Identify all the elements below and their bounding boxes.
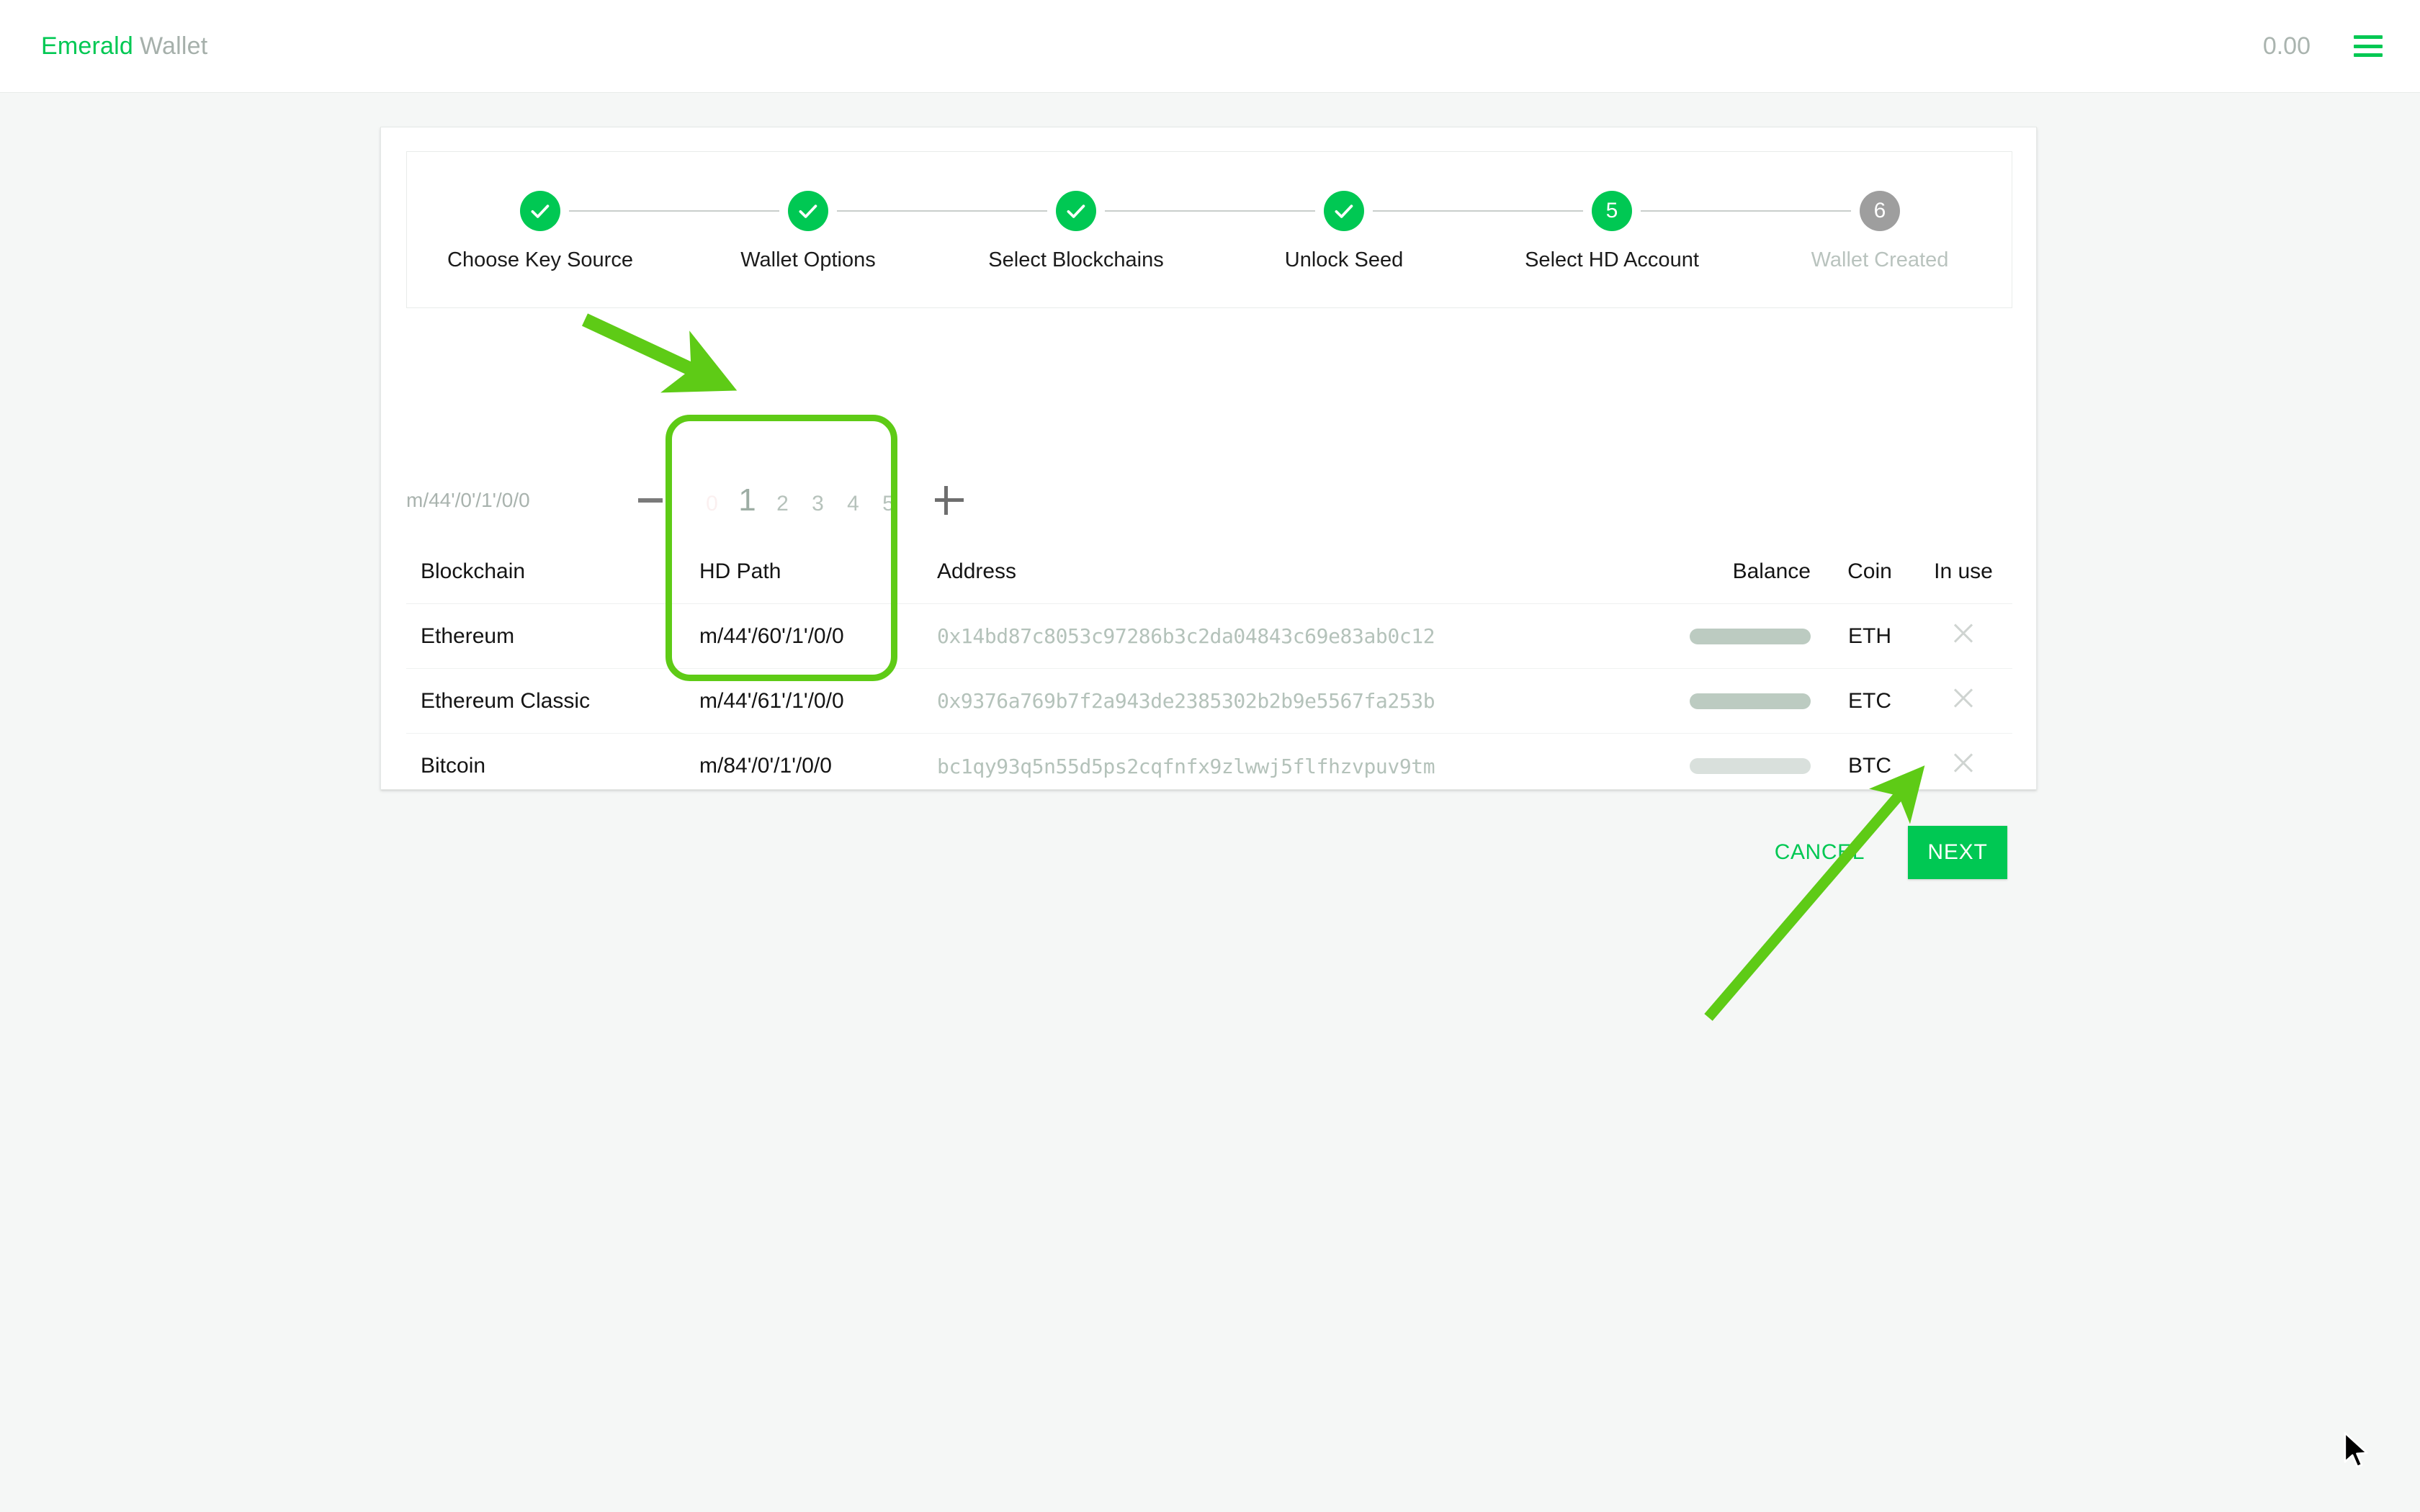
header-balance: Balance — [1732, 559, 1811, 583]
cell-hd-path: m/44'/61'/1'/0/0 — [699, 688, 844, 713]
stepper-step-label: Wallet Options — [740, 248, 876, 271]
stepper-step-label: Unlock Seed — [1284, 248, 1404, 271]
stepper-step-label: Select Blockchains — [988, 248, 1164, 271]
close-x-icon — [1951, 751, 1976, 775]
cell-in-use — [1920, 621, 2007, 652]
app-root: Emerald Wallet 0.00 Choose Key Source Wall… — [0, 0, 2420, 1512]
check-icon — [788, 191, 828, 231]
cell-coin: BTC — [1848, 754, 1891, 778]
mouse-cursor — [2344, 1431, 2368, 1468]
stepper-step-2[interactable]: Wallet Options — [678, 191, 938, 272]
stepper-step-label: Select HD Account — [1525, 248, 1699, 271]
check-icon — [520, 191, 560, 231]
check-icon — [1324, 191, 1364, 231]
header-right-group: 0.00 — [2263, 32, 2383, 60]
app-brand: Emerald Wallet — [41, 32, 207, 60]
hd-index-option-3[interactable]: 3 — [800, 492, 835, 516]
minus-icon[interactable] — [634, 484, 667, 517]
table-header-row: Blockchain HD Path Address Balance Coin … — [406, 539, 2012, 604]
close-x-icon — [1951, 621, 1976, 646]
hd-index-list: 012345 — [694, 482, 906, 518]
stepper-step-4[interactable]: Unlock Seed — [1214, 191, 1474, 272]
hd-index-option-0[interactable]: 0 — [694, 492, 730, 516]
cell-blockchain: Ethereum Classic — [421, 688, 591, 713]
wizard-actions: CANCEL NEXT — [1762, 826, 2007, 879]
stepper-step-6[interactable]: 6 Wallet Created — [1750, 191, 2009, 272]
cell-balance — [1625, 628, 1819, 644]
cell-coin: ETC — [1848, 688, 1891, 713]
close-x-icon — [1951, 686, 1976, 711]
cell-balance — [1625, 758, 1819, 774]
total-balance: 0.00 — [2262, 32, 2311, 60]
cell-balance — [1625, 693, 1819, 709]
cell-address: 0x14bd87c8053c97286b3c2da04843c69e83ab0c… — [937, 624, 1435, 648]
cell-coin: ETH — [1848, 624, 1891, 648]
next-button[interactable]: NEXT — [1908, 826, 2007, 879]
stepper-step-3[interactable]: Select Blockchains — [946, 191, 1206, 272]
stepper-step-label: Wallet Created — [1811, 248, 1949, 271]
hd-index-option-5[interactable]: 5 — [871, 492, 906, 516]
table-row[interactable]: Ethereum Classic m/44'/61'/1'/0/0 0x9376a7… — [406, 669, 2012, 734]
header-hd-path: HD Path — [699, 559, 781, 583]
stepper-step-label: Choose Key Source — [447, 248, 633, 271]
brand-secondary: Wallet — [140, 32, 208, 60]
cell-hd-path: m/84'/0'/1'/0/0 — [699, 754, 832, 778]
arrow-to-next-button — [1704, 765, 1925, 1021]
hd-account-selector: m/44'/0'/1'/0/0 012345 — [406, 479, 967, 522]
stepper-step-1[interactable]: Choose Key Source — [411, 191, 670, 272]
header-blockchain: Blockchain — [421, 559, 526, 583]
plus-icon[interactable] — [932, 483, 967, 518]
wizard-stepper: Choose Key Source Wallet Options Select Bl… — [406, 151, 2012, 308]
stepper-track: Choose Key Source Wallet Options Select Bl… — [407, 152, 2012, 307]
hd-index-option-1[interactable]: 1 — [730, 482, 765, 518]
step-number-badge: 6 — [1860, 191, 1900, 231]
header-address: Address — [937, 559, 1017, 583]
step-number-badge: 5 — [1592, 191, 1632, 231]
header-coin: Coin — [1847, 559, 1892, 583]
base-hd-path-label: m/44'/0'/1'/0/0 — [406, 489, 530, 511]
table-row[interactable]: Ethereum m/44'/60'/1'/0/0 0x14bd87c8053c97… — [406, 604, 2012, 669]
check-icon — [1056, 191, 1096, 231]
hamburger-menu-icon[interactable] — [2354, 35, 2383, 57]
cell-blockchain: Ethereum — [421, 624, 515, 648]
hd-index-option-4[interactable]: 4 — [835, 492, 871, 516]
balance-loading-placeholder — [1690, 693, 1811, 709]
cell-in-use — [1920, 686, 2007, 716]
hd-accounts-table: Blockchain HD Path Address Balance Coin … — [406, 539, 2012, 798]
cell-address: 0x9376a769b7f2a943de2385302b2b9e5567fa25… — [937, 689, 1435, 713]
cancel-button[interactable]: CANCEL — [1762, 830, 1878, 875]
cell-in-use — [1920, 751, 2007, 781]
brand-primary: Emerald — [41, 32, 134, 60]
cell-hd-path: m/44'/60'/1'/0/0 — [699, 624, 844, 648]
stepper-step-5[interactable]: 5 Select HD Account — [1482, 191, 1742, 272]
cell-address: bc1qy93q5n55d5ps2cqfnfx9zlwwj5flfhzvpuv9… — [937, 754, 1435, 778]
wizard-card: Choose Key Source Wallet Options Select Bl… — [380, 127, 2037, 879]
header-in-use: In use — [1934, 559, 1993, 583]
table-row[interactable]: Bitcoin m/84'/0'/1'/0/0 bc1qy93q5n55d5ps2c… — [406, 734, 2012, 798]
table-body: Ethereum m/44'/60'/1'/0/0 0x14bd87c8053c97… — [406, 604, 2012, 798]
balance-loading-placeholder — [1690, 628, 1811, 644]
app-header: Emerald Wallet 0.00 — [0, 0, 2420, 93]
hd-index-option-2[interactable]: 2 — [765, 492, 800, 516]
cell-blockchain: Bitcoin — [421, 754, 486, 778]
balance-loading-placeholder — [1690, 758, 1811, 774]
